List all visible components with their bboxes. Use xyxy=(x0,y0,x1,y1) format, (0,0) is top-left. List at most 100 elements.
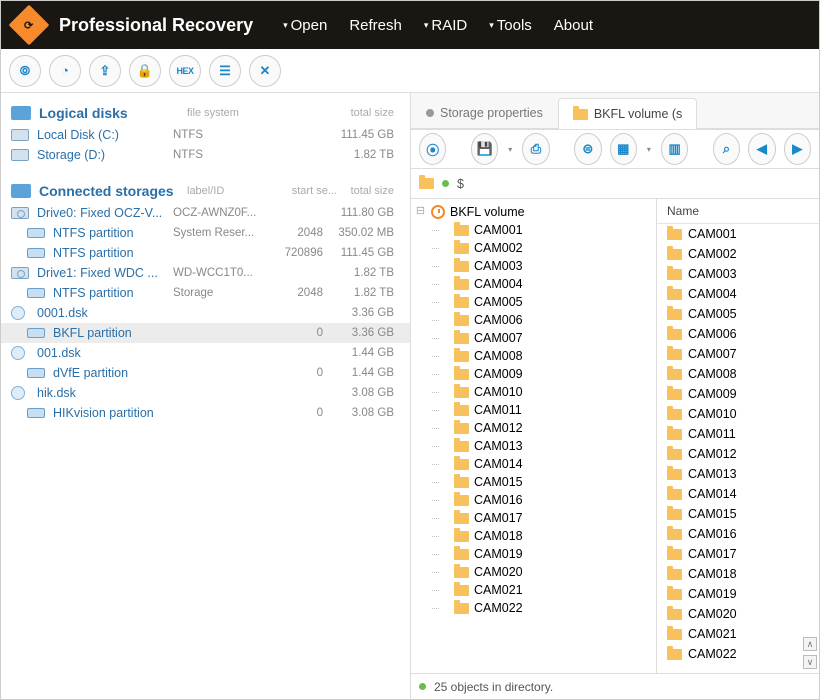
breadcrumb[interactable]: $ xyxy=(411,169,819,199)
tree-item[interactable]: ····CAM020 xyxy=(411,563,656,581)
list-item[interactable]: CAM006 xyxy=(657,324,819,344)
tree-item[interactable]: ····CAM012 xyxy=(411,419,656,437)
storage-row[interactable]: dVfE partition01.44 GB xyxy=(1,363,410,383)
folder-icon xyxy=(454,333,469,344)
list-icon[interactable]: ☰ xyxy=(209,55,241,87)
list-item[interactable]: CAM008 xyxy=(657,364,819,384)
list-item[interactable]: CAM013 xyxy=(657,464,819,484)
scan-icon[interactable]: ⦾ xyxy=(9,55,41,87)
tree-item[interactable]: ····CAM003 xyxy=(411,257,656,275)
storage-row[interactable]: Local Disk (C:)NTFS111.45 GB xyxy=(1,125,410,145)
tree-item[interactable]: ····CAM017 xyxy=(411,509,656,527)
tree-item[interactable]: ····CAM006 xyxy=(411,311,656,329)
tab[interactable]: BKFL volume (s xyxy=(558,98,697,129)
folder-icon xyxy=(454,261,469,272)
folder-icon xyxy=(454,549,469,560)
scroll-down-icon[interactable]: ∨ xyxy=(803,655,817,669)
list-item[interactable]: CAM014 xyxy=(657,484,819,504)
tree-item[interactable]: ····CAM013 xyxy=(411,437,656,455)
tree-item[interactable]: ····CAM015 xyxy=(411,473,656,491)
view-icon[interactable]: ▦ xyxy=(610,133,637,165)
storage-row[interactable]: NTFS partition720896111.45 GB xyxy=(1,243,410,263)
save-all-icon[interactable]: ⎙ xyxy=(522,133,549,165)
tree-item[interactable]: ····CAM022 xyxy=(411,599,656,617)
tree-item[interactable]: ····CAM019 xyxy=(411,545,656,563)
storage-row[interactable]: hik.dsk3.08 GB xyxy=(1,383,410,403)
tree-item[interactable]: ····CAM018 xyxy=(411,527,656,545)
close-icon[interactable]: ✕ xyxy=(249,55,281,87)
back-icon[interactable]: ◀ xyxy=(748,133,775,165)
tab[interactable]: Storage properties xyxy=(411,97,558,128)
chart-icon[interactable]: ◔ xyxy=(49,55,81,87)
menu-open[interactable]: ▾Open xyxy=(283,17,327,34)
tree-item[interactable]: ····CAM010 xyxy=(411,383,656,401)
tree-item[interactable]: ····CAM008 xyxy=(411,347,656,365)
folder-icon xyxy=(667,289,682,300)
folder-tree: ⊟BKFL volume····CAM001····CAM002····CAM0… xyxy=(411,199,656,673)
tree-item[interactable]: ····CAM001 xyxy=(411,221,656,239)
list-item[interactable]: CAM004 xyxy=(657,284,819,304)
list-item[interactable]: CAM018 xyxy=(657,564,819,584)
folder-icon xyxy=(667,269,682,280)
list-item[interactable]: CAM009 xyxy=(657,384,819,404)
list-item[interactable]: CAM021 xyxy=(657,624,819,644)
tree-item[interactable]: ····CAM021 xyxy=(411,581,656,599)
collapse-icon[interactable]: ⊟ xyxy=(415,207,426,218)
export-icon[interactable]: ⇪ xyxy=(89,55,121,87)
storage-row[interactable]: HIKvision partition03.08 GB xyxy=(1,403,410,423)
list-item[interactable]: CAM007 xyxy=(657,344,819,364)
list-item[interactable]: CAM002 xyxy=(657,244,819,264)
list-item[interactable]: CAM012 xyxy=(657,444,819,464)
storage-row[interactable]: 0001.dsk3.36 GB xyxy=(1,303,410,323)
columns-icon[interactable]: ▥ xyxy=(661,133,688,165)
list-item[interactable]: CAM005 xyxy=(657,304,819,324)
file-icon xyxy=(11,306,25,320)
list-item[interactable]: CAM017 xyxy=(657,544,819,564)
storage-row[interactable]: 001.dsk1.44 GB xyxy=(1,343,410,363)
storage-row[interactable]: Drive1: Fixed WDC ...WD-WCC1T0...1.82 TB xyxy=(1,263,410,283)
find-icon[interactable]: ⌕ xyxy=(713,133,740,165)
scroll-up-icon[interactable]: ∧ xyxy=(803,637,817,651)
folder-icon xyxy=(454,603,469,614)
tree-item[interactable]: ····CAM009 xyxy=(411,365,656,383)
list-item[interactable]: CAM010 xyxy=(657,404,819,424)
file-list: Name CAM001CAM002CAM003CAM004CAM005CAM00… xyxy=(656,199,819,673)
tree-root[interactable]: ⊟BKFL volume xyxy=(411,203,656,221)
storage-row[interactable]: NTFS partitionStorage20481.82 TB xyxy=(1,283,410,303)
filter-icon[interactable]: ⊜ xyxy=(574,133,601,165)
storage-row[interactable]: Drive0: Fixed OCZ-V...OCZ-AWNZ0F...111.8… xyxy=(1,203,410,223)
status-dot-icon xyxy=(442,180,449,187)
tree-item[interactable]: ····CAM005 xyxy=(411,293,656,311)
list-item[interactable]: CAM001 xyxy=(657,224,819,244)
list-item[interactable]: CAM015 xyxy=(657,504,819,524)
list-item[interactable]: CAM019 xyxy=(657,584,819,604)
tree-item[interactable]: ····CAM004 xyxy=(411,275,656,293)
inner-toolbar: ⦿ 💾 ▾ ⎙ ⊜ ▦ ▾ ▥ ⌕◀ ▶ xyxy=(411,129,819,169)
chevron-down-icon[interactable]: ▾ xyxy=(506,145,514,154)
forward-icon[interactable]: ▶ xyxy=(784,133,811,165)
list-item[interactable]: CAM016 xyxy=(657,524,819,544)
tree-item[interactable]: ····CAM007 xyxy=(411,329,656,347)
storage-row[interactable]: BKFL partition03.36 GB xyxy=(1,323,410,343)
tree-item[interactable]: ····CAM011 xyxy=(411,401,656,419)
search-icon[interactable]: ⦿ xyxy=(419,133,446,165)
tree-item[interactable]: ····CAM016 xyxy=(411,491,656,509)
menu-tools[interactable]: ▾Tools xyxy=(489,17,532,34)
column-header[interactable]: Name xyxy=(657,199,819,224)
list-item[interactable]: CAM003 xyxy=(657,264,819,284)
save-icon[interactable]: 💾 xyxy=(471,133,498,165)
storage-row[interactable]: Storage (D:)NTFS1.82 TB xyxy=(1,145,410,165)
chevron-down-icon[interactable]: ▾ xyxy=(645,145,653,154)
menu-raid[interactable]: ▾RAID xyxy=(424,17,467,34)
hex-icon[interactable]: HEX xyxy=(169,55,201,87)
storage-row[interactable]: NTFS partitionSystem Reser...2048350.02 … xyxy=(1,223,410,243)
menu-refresh[interactable]: Refresh xyxy=(349,17,402,34)
lock-icon[interactable]: 🔒 xyxy=(129,55,161,87)
menu-about[interactable]: About xyxy=(554,17,593,34)
tree-item[interactable]: ····CAM014 xyxy=(411,455,656,473)
folder-icon xyxy=(454,297,469,308)
list-item[interactable]: CAM022 xyxy=(657,644,819,664)
list-item[interactable]: CAM011 xyxy=(657,424,819,444)
list-item[interactable]: CAM020 xyxy=(657,604,819,624)
tree-item[interactable]: ····CAM002 xyxy=(411,239,656,257)
